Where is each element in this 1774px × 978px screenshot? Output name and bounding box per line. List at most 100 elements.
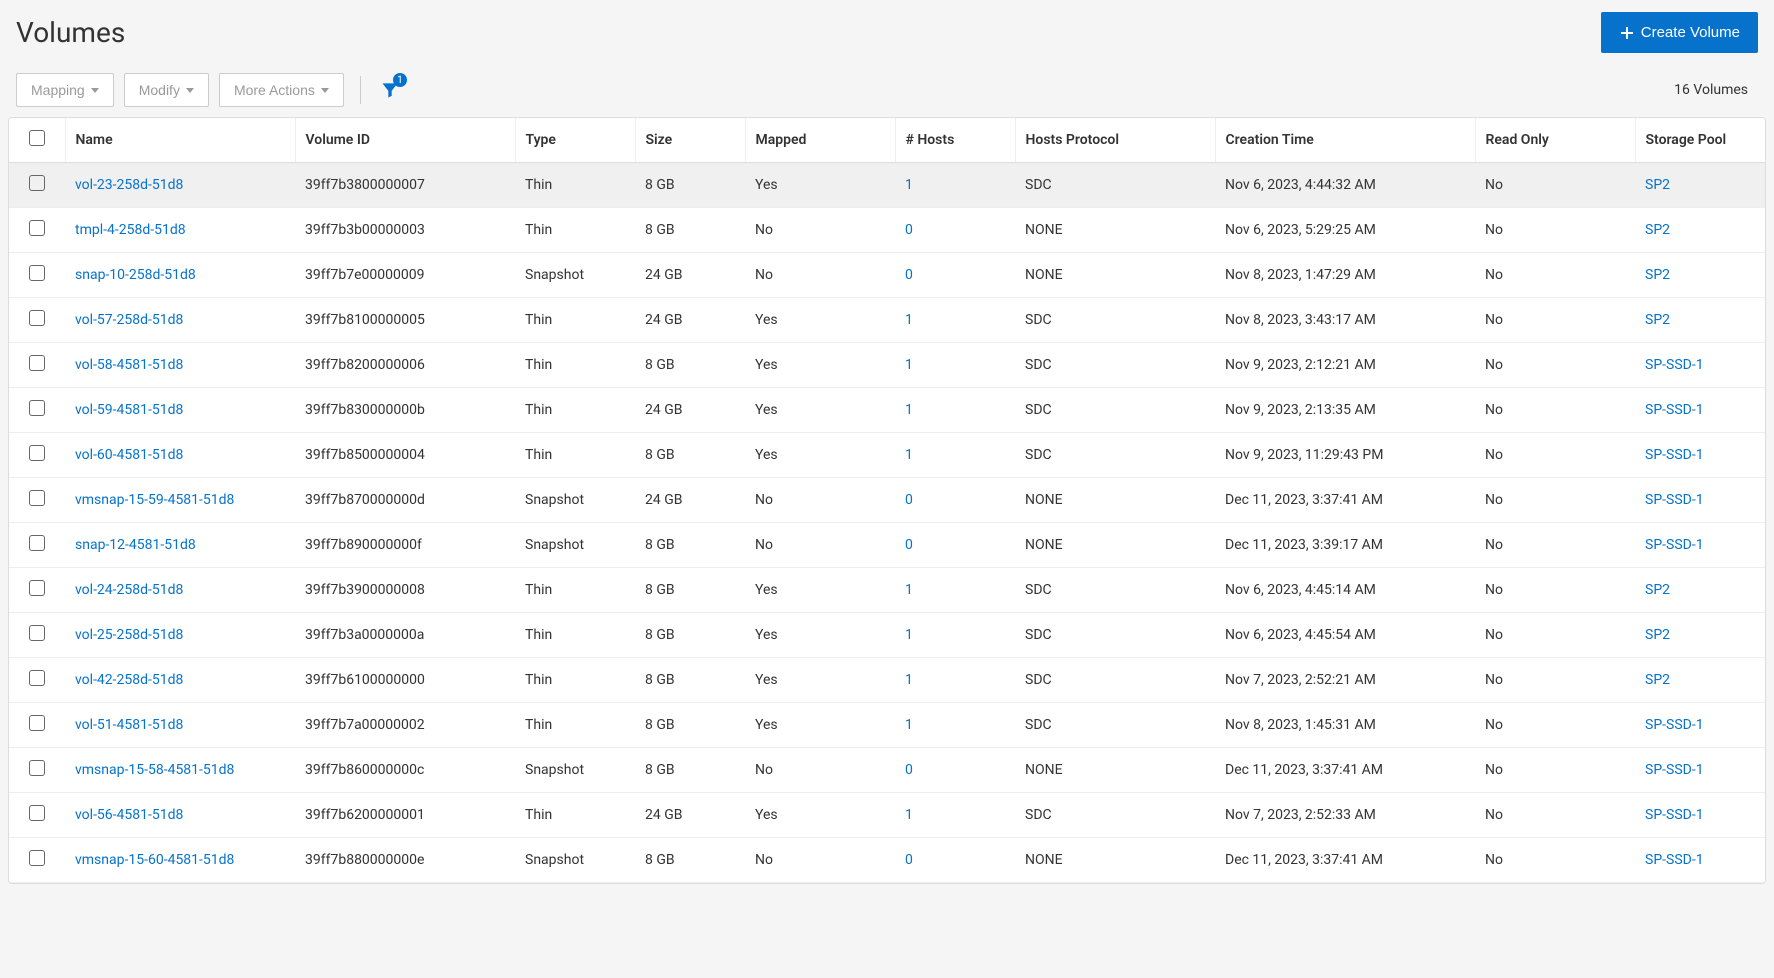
volume-name-link[interactable]: vmsnap-15-58-4581-51d8 bbox=[75, 762, 234, 778]
hosts-link[interactable]: 1 bbox=[905, 447, 913, 463]
table-row[interactable]: vol-23-258d-51d839ff7b3800000007Thin8 GB… bbox=[9, 163, 1766, 208]
col-type[interactable]: Type bbox=[515, 118, 635, 163]
modify-button[interactable]: Modify bbox=[124, 73, 209, 107]
pool-link[interactable]: SP2 bbox=[1645, 627, 1670, 643]
row-checkbox[interactable] bbox=[29, 310, 45, 326]
table-row[interactable]: tmpl-4-258d-51d839ff7b3b00000003Thin8 GB… bbox=[9, 208, 1766, 253]
table-row[interactable]: vmsnap-15-58-4581-51d839ff7b860000000cSn… bbox=[9, 748, 1766, 793]
volume-name-link[interactable]: vol-56-4581-51d8 bbox=[75, 807, 183, 823]
volume-name-link[interactable]: vol-60-4581-51d8 bbox=[75, 447, 183, 463]
pool-link[interactable]: SP-SSD-1 bbox=[1645, 807, 1704, 823]
row-checkbox[interactable] bbox=[29, 580, 45, 596]
hosts-link[interactable]: 0 bbox=[905, 492, 913, 508]
volume-name-link[interactable]: vmsnap-15-59-4581-51d8 bbox=[75, 492, 234, 508]
row-checkbox[interactable] bbox=[29, 805, 45, 821]
pool-link[interactable]: SP2 bbox=[1645, 222, 1670, 238]
hosts-link[interactable]: 0 bbox=[905, 852, 913, 868]
hosts-link[interactable]: 1 bbox=[905, 357, 913, 373]
col-protocol[interactable]: Hosts Protocol bbox=[1015, 118, 1215, 163]
volume-name-link[interactable]: snap-12-4581-51d8 bbox=[75, 537, 196, 553]
volume-name-link[interactable]: snap-10-258d-51d8 bbox=[75, 267, 196, 283]
hosts-link[interactable]: 1 bbox=[905, 312, 913, 328]
table-row[interactable]: vol-60-4581-51d839ff7b8500000004Thin8 GB… bbox=[9, 433, 1766, 478]
volume-name-link[interactable]: vol-23-258d-51d8 bbox=[75, 177, 183, 193]
pool-link[interactable]: SP-SSD-1 bbox=[1645, 447, 1704, 463]
pool-link[interactable]: SP-SSD-1 bbox=[1645, 717, 1704, 733]
col-hosts[interactable]: # Hosts bbox=[895, 118, 1015, 163]
volume-name-link[interactable]: vol-59-4581-51d8 bbox=[75, 402, 183, 418]
col-volume-id[interactable]: Volume ID bbox=[295, 118, 515, 163]
row-checkbox[interactable] bbox=[29, 445, 45, 461]
cell-size: 8 GB bbox=[635, 523, 745, 568]
hosts-link[interactable]: 1 bbox=[905, 717, 913, 733]
row-checkbox[interactable] bbox=[29, 355, 45, 371]
row-checkbox[interactable] bbox=[29, 625, 45, 641]
pool-link[interactable]: SP-SSD-1 bbox=[1645, 402, 1704, 418]
pool-link[interactable]: SP-SSD-1 bbox=[1645, 357, 1704, 373]
hosts-link[interactable]: 1 bbox=[905, 402, 913, 418]
row-checkbox[interactable] bbox=[29, 175, 45, 191]
table-row[interactable]: vmsnap-15-60-4581-51d839ff7b880000000eSn… bbox=[9, 838, 1766, 883]
col-read-only[interactable]: Read Only bbox=[1475, 118, 1635, 163]
cell-protocol: SDC bbox=[1015, 703, 1215, 748]
pool-link[interactable]: SP-SSD-1 bbox=[1645, 852, 1704, 868]
row-checkbox[interactable] bbox=[29, 760, 45, 776]
col-name[interactable]: Name bbox=[65, 118, 295, 163]
create-volume-button[interactable]: Create Volume bbox=[1601, 12, 1758, 53]
row-checkbox[interactable] bbox=[29, 850, 45, 866]
volume-name-link[interactable]: vol-58-4581-51d8 bbox=[75, 357, 183, 373]
table-row[interactable]: vol-25-258d-51d839ff7b3a0000000aThin8 GB… bbox=[9, 613, 1766, 658]
hosts-link[interactable]: 1 bbox=[905, 627, 913, 643]
row-checkbox[interactable] bbox=[29, 535, 45, 551]
table-row[interactable]: snap-12-4581-51d839ff7b890000000fSnapsho… bbox=[9, 523, 1766, 568]
pool-link[interactable]: SP2 bbox=[1645, 582, 1670, 598]
row-checkbox[interactable] bbox=[29, 265, 45, 281]
cell-mapped: No bbox=[745, 253, 895, 298]
filter-button[interactable]: 1 bbox=[377, 77, 403, 103]
select-all-checkbox[interactable] bbox=[29, 130, 45, 146]
table-row[interactable]: vol-57-258d-51d839ff7b8100000005Thin24 G… bbox=[9, 298, 1766, 343]
row-checkbox[interactable] bbox=[29, 670, 45, 686]
table-row[interactable]: vol-56-4581-51d839ff7b6200000001Thin24 G… bbox=[9, 793, 1766, 838]
row-checkbox[interactable] bbox=[29, 220, 45, 236]
hosts-link[interactable]: 1 bbox=[905, 807, 913, 823]
col-pool[interactable]: Storage Pool bbox=[1635, 118, 1766, 163]
volume-name-link[interactable]: vol-25-258d-51d8 bbox=[75, 627, 183, 643]
volume-name-link[interactable]: vmsnap-15-60-4581-51d8 bbox=[75, 852, 234, 868]
more-actions-button[interactable]: More Actions bbox=[219, 73, 344, 107]
hosts-link[interactable]: 0 bbox=[905, 267, 913, 283]
table-row[interactable]: vol-59-4581-51d839ff7b830000000bThin24 G… bbox=[9, 388, 1766, 433]
hosts-link[interactable]: 0 bbox=[905, 762, 913, 778]
pool-link[interactable]: SP2 bbox=[1645, 267, 1670, 283]
pool-link[interactable]: SP-SSD-1 bbox=[1645, 492, 1704, 508]
hosts-link[interactable]: 0 bbox=[905, 537, 913, 553]
col-size[interactable]: Size bbox=[635, 118, 745, 163]
volume-name-link[interactable]: vol-24-258d-51d8 bbox=[75, 582, 183, 598]
pool-link[interactable]: SP-SSD-1 bbox=[1645, 537, 1704, 553]
hosts-link[interactable]: 1 bbox=[905, 177, 913, 193]
pool-link[interactable]: SP2 bbox=[1645, 177, 1670, 193]
hosts-link[interactable]: 0 bbox=[905, 222, 913, 238]
table-row[interactable]: snap-10-258d-51d839ff7b7e00000009Snapsho… bbox=[9, 253, 1766, 298]
volume-name-link[interactable]: vol-51-4581-51d8 bbox=[75, 717, 183, 733]
table-row[interactable]: vol-24-258d-51d839ff7b3900000008Thin8 GB… bbox=[9, 568, 1766, 613]
mapping-button[interactable]: Mapping bbox=[16, 73, 114, 107]
table-row[interactable]: vol-42-258d-51d839ff7b6100000000Thin8 GB… bbox=[9, 658, 1766, 703]
pool-link[interactable]: SP-SSD-1 bbox=[1645, 762, 1704, 778]
volume-name-link[interactable]: vol-57-258d-51d8 bbox=[75, 312, 183, 328]
volume-name-link[interactable]: tmpl-4-258d-51d8 bbox=[75, 222, 186, 238]
cell-creation: Dec 11, 2023, 3:37:41 AM bbox=[1215, 748, 1475, 793]
table-row[interactable]: vol-51-4581-51d839ff7b7a00000002Thin8 GB… bbox=[9, 703, 1766, 748]
row-checkbox[interactable] bbox=[29, 490, 45, 506]
col-mapped[interactable]: Mapped bbox=[745, 118, 895, 163]
hosts-link[interactable]: 1 bbox=[905, 672, 913, 688]
pool-link[interactable]: SP2 bbox=[1645, 672, 1670, 688]
table-row[interactable]: vmsnap-15-59-4581-51d839ff7b870000000dSn… bbox=[9, 478, 1766, 523]
pool-link[interactable]: SP2 bbox=[1645, 312, 1670, 328]
col-creation[interactable]: Creation Time bbox=[1215, 118, 1475, 163]
hosts-link[interactable]: 1 bbox=[905, 582, 913, 598]
row-checkbox[interactable] bbox=[29, 400, 45, 416]
table-row[interactable]: vol-58-4581-51d839ff7b8200000006Thin8 GB… bbox=[9, 343, 1766, 388]
row-checkbox[interactable] bbox=[29, 715, 45, 731]
volume-name-link[interactable]: vol-42-258d-51d8 bbox=[75, 672, 183, 688]
